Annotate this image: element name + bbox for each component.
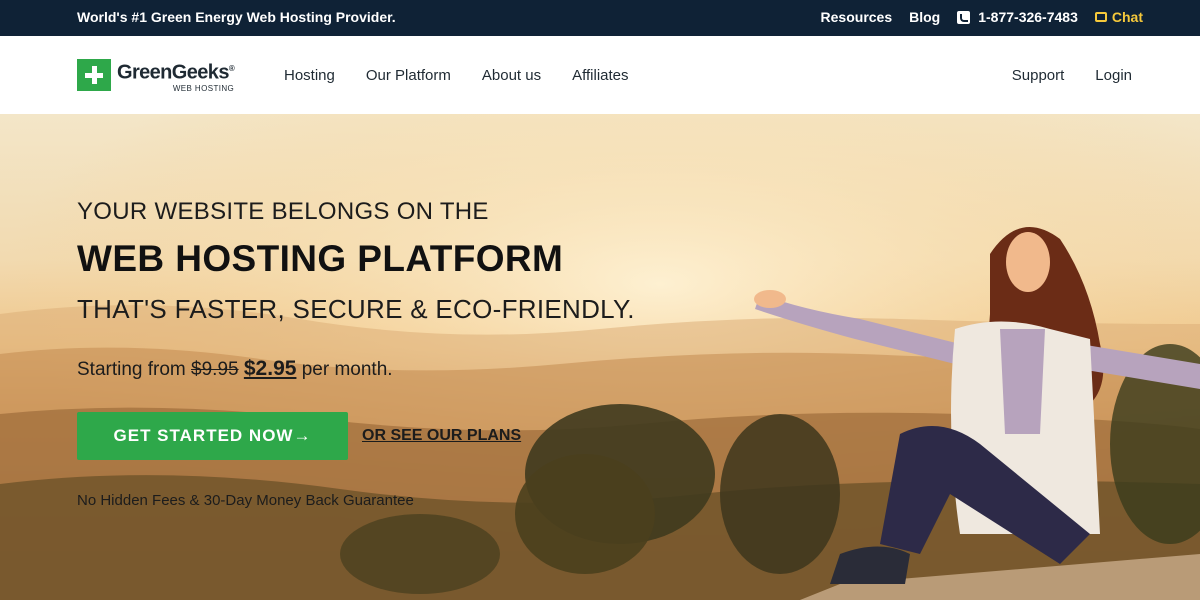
logo-plus-icon <box>77 59 111 91</box>
resources-link[interactable]: Resources <box>821 9 893 25</box>
login-link[interactable]: Login <box>1095 67 1132 84</box>
tagline: World's #1 Green Energy Web Hosting Prov… <box>77 9 396 25</box>
top-bar: World's #1 Green Energy Web Hosting Prov… <box>0 0 1200 36</box>
phone-icon <box>957 10 971 24</box>
phone-number: 1-877-326-7483 <box>978 9 1078 25</box>
top-bar-links: Resources Blog 1-877-326-7483 Chat <box>804 9 1143 25</box>
get-started-button[interactable]: GET STARTED NOW → <box>77 412 348 460</box>
get-started-label: GET STARTED NOW <box>113 426 294 445</box>
nav-item-our-platform[interactable]: Our Platform <box>366 67 451 84</box>
arrow-right-icon: → <box>293 426 312 445</box>
logo-text: GreenGeeks® WEB HOSTING <box>117 59 235 93</box>
hero-line-3: THAT'S FASTER, SECURE & ECO-FRIENDLY. <box>77 294 635 324</box>
hero-line-1: YOUR WEBSITE BELONGS ON THE <box>77 198 489 225</box>
blog-link[interactable]: Blog <box>909 9 940 25</box>
price-new: $2.95 <box>243 357 297 380</box>
support-link[interactable]: Support <box>1012 67 1065 84</box>
price-old: $9.95 <box>191 359 239 380</box>
main-nav: Hosting Our Platform About us Affiliates <box>284 67 660 84</box>
price-text: Starting from $9.95 $2.95 per month. <box>77 357 393 381</box>
nav-item-about-us[interactable]: About us <box>482 67 541 84</box>
account-nav: Support Login <box>981 67 1132 84</box>
logo[interactable]: GreenGeeks® WEB HOSTING <box>77 59 235 93</box>
hero-headline: WEB HOSTING PLATFORM <box>77 238 564 279</box>
price-prefix: Starting from <box>77 359 186 380</box>
chat-label: Chat <box>1111 9 1143 25</box>
chat-link[interactable]: Chat <box>1094 9 1143 25</box>
nav-item-hosting[interactable]: Hosting <box>284 67 335 84</box>
see-plans-link[interactable]: OR SEE OUR PLANS <box>362 427 521 445</box>
logo-name: GreenGeeks® <box>117 61 235 84</box>
price-suffix: per month. <box>301 359 393 380</box>
main-header: GreenGeeks® WEB HOSTING Hosting Our Plat… <box>0 36 1200 114</box>
guarantee-text: No Hidden Fees & 30-Day Money Back Guara… <box>77 492 414 509</box>
hero-section: YOUR WEBSITE BELONGS ON THE WEB HOSTING … <box>0 114 1200 600</box>
nav-item-affiliates[interactable]: Affiliates <box>572 67 628 84</box>
phone-link[interactable]: 1-877-326-7483 <box>957 9 1078 25</box>
chat-icon <box>1094 12 1107 22</box>
logo-subtitle: WEB HOSTING <box>172 83 235 93</box>
